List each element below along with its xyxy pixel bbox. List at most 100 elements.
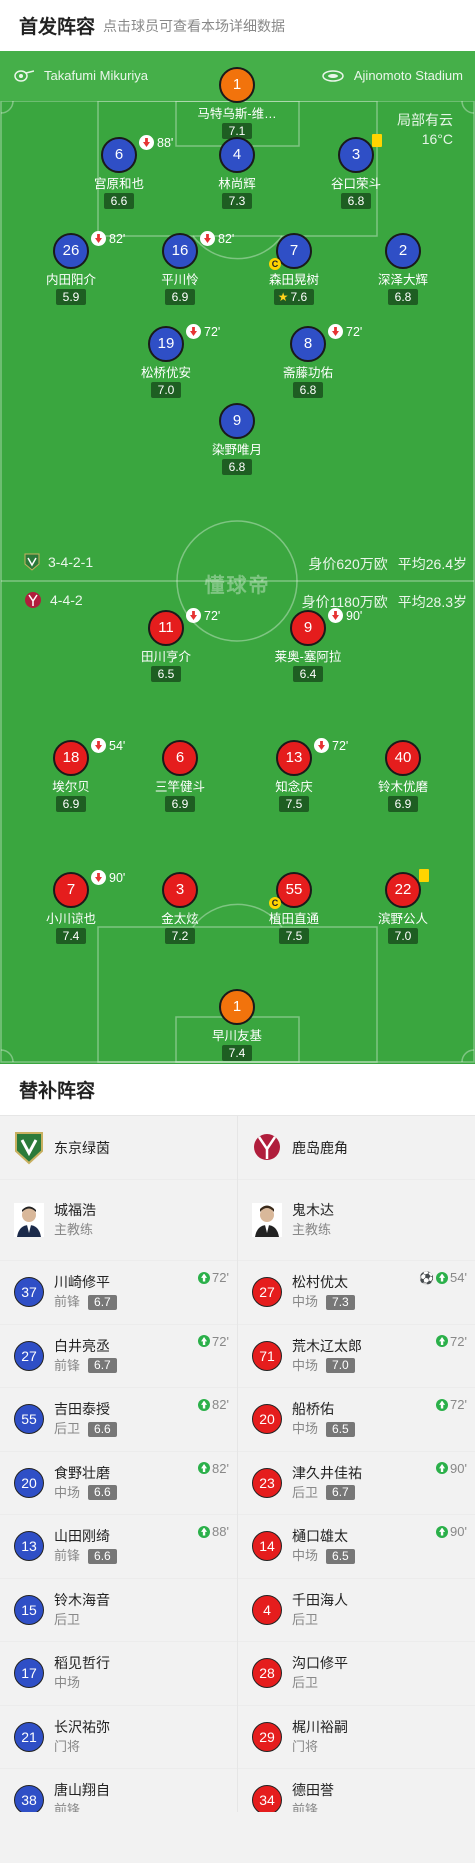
stadium-name: Ajinomoto Stadium <box>353 68 463 83</box>
away-team-row[interactable]: 鹿岛鹿角 <box>238 1116 475 1180</box>
away-player[interactable]: 13 72' 知念庆 7.5 <box>234 738 354 813</box>
home-sub-row[interactable]: 17 稻见哲行 中场 <box>0 1642 237 1706</box>
rating-value: 7.6 <box>290 290 308 304</box>
player-position: 后卫 6.6 <box>54 1419 117 1439</box>
jersey-number: 9 <box>290 610 326 646</box>
sub-out-icon <box>314 738 329 753</box>
home-player[interactable]: 8 72' 斋藤功佑 6.8 <box>248 324 368 399</box>
jersey-number: 40 <box>385 740 421 776</box>
player-name: 船桥佑 <box>292 1401 334 1418</box>
home-player[interactable]: 6 88' 宫原和也 6.6 <box>59 135 179 210</box>
player-rating: 6.9 <box>164 289 196 305</box>
home-sub-row[interactable]: 55 吉田泰授 后卫 6.6 82' <box>0 1388 237 1452</box>
away-sub-row[interactable]: 14 樋口雄太 中场 6.5 90' <box>238 1515 475 1579</box>
sub-out-icon <box>200 231 215 246</box>
home-sub-row[interactable]: 37 川崎修平 前锋 6.7 72' <box>0 1261 237 1325</box>
jersey-number: 15 <box>14 1594 44 1625</box>
home-player[interactable]: 26 82' 内田阳介 5.9 <box>11 231 131 306</box>
home-player[interactable]: 1 马特乌斯-维… 7.1 <box>177 67 297 140</box>
away-sub-row[interactable]: 27 松村优太 中场 7.3 ⚽ 54' <box>238 1261 475 1325</box>
position-text: 后卫 <box>54 1421 81 1437</box>
substitution-time: 72' <box>346 324 363 339</box>
home-sub-row[interactable]: 21 长沢祐弥 门将 <box>0 1706 237 1769</box>
home-team-row[interactable]: 东京绿茵 <box>0 1116 237 1180</box>
jersey-number: 8 <box>290 326 326 362</box>
jersey-number: 34 <box>252 1785 282 1816</box>
jersey-number: 28 <box>252 1658 282 1689</box>
position-text: 前锋 <box>54 1357 81 1373</box>
away-player[interactable]: 18 54' 埃尔贝 6.9 <box>11 738 131 813</box>
home-sub-row[interactable]: 27 白井亮丞 前锋 6.7 72' <box>0 1325 237 1388</box>
away-player[interactable]: 6 三竿健斗 6.9 <box>120 740 240 813</box>
home-player[interactable]: 7 C 森田晃树 ★ 7.6 <box>234 233 354 306</box>
jersey-number: 55 <box>14 1404 44 1435</box>
whistle-icon <box>14 69 34 82</box>
away-player[interactable]: 1 早川友基 7.4 <box>177 989 297 1062</box>
player-position: 中场 <box>54 1673 110 1693</box>
player-name: 知念庆 <box>275 780 313 794</box>
home-team-name: 东京绿茵 <box>54 1139 110 1156</box>
player-position: 中场 6.6 <box>54 1483 117 1503</box>
yellow-card-icon <box>419 869 429 882</box>
substitution-time: 82' <box>218 231 235 246</box>
position-text: 后卫 <box>292 1484 319 1500</box>
away-coach-row[interactable]: 鬼木达 主教练 <box>238 1180 475 1261</box>
substitution-indicator: 72' <box>186 608 220 623</box>
away-player[interactable]: 3 金太炫 7.2 <box>120 872 240 945</box>
sub-in-time: 72' <box>198 1270 229 1285</box>
player-position: 门将 <box>292 1737 348 1757</box>
home-player[interactable]: 4 林尚辉 7.3 <box>177 137 297 210</box>
star-icon: ★ <box>277 290 289 304</box>
player-rating: 6.8 <box>340 193 372 209</box>
sub-in-icon <box>436 1335 449 1347</box>
player-name: 山田刚绮 <box>54 1528 110 1545</box>
player-name: 川崎修平 <box>54 1274 110 1291</box>
jersey-number: 4 <box>252 1594 282 1625</box>
home-player[interactable]: 3 谷口荣斗 6.8 <box>296 134 416 210</box>
home-player[interactable]: 16 82' 平川怜 6.9 <box>120 231 240 306</box>
coach-avatar-icon <box>14 1203 44 1237</box>
player-name: 稻见哲行 <box>54 1655 110 1672</box>
away-sub-row[interactable]: 20 船桥佑 中场 6.5 72' <box>238 1388 475 1452</box>
player-name: 宫原和也 <box>93 177 144 191</box>
subs-title: 替补阵容 <box>0 1064 475 1116</box>
away-sub-row[interactable]: 4 千田海人 后卫 <box>238 1579 475 1642</box>
sub-in-time: 88' <box>198 1524 229 1539</box>
home-player[interactable]: 2 深泽大辉 6.8 <box>343 233 463 306</box>
away-player[interactable]: 40 铃木优磨 6.9 <box>343 740 463 813</box>
player-rating: 6.9 <box>387 796 419 812</box>
away-player[interactable]: 7 90' 小川谅也 7.4 <box>11 870 131 945</box>
position-text: 中场 <box>54 1484 81 1500</box>
jersey-number: 6 <box>101 137 137 173</box>
away-sub-list: 27 松村优太 中场 7.3 ⚽ 54' 71 荒木辽太郎 中场 7.0 72' 20 船桥佑 中场 6.5… <box>238 1261 475 1833</box>
jersey-number: 20 <box>252 1404 282 1435</box>
away-sub-row[interactable]: 29 梶川裕嗣 门将 <box>238 1706 475 1769</box>
player-rating: 6.6 <box>88 1485 117 1501</box>
home-sub-row[interactable]: 20 食野壮磨 中场 6.6 82' <box>0 1452 237 1515</box>
away-player[interactable]: 11 72' 田川亨介 6.5 <box>106 608 226 683</box>
sub-time-text: 72' <box>212 1270 229 1285</box>
home-player[interactable]: 19 72' 松桥优安 7.0 <box>106 324 226 399</box>
player-name: 德田誉 <box>292 1782 334 1799</box>
sub-info: 食野壮磨 中场 6.6 <box>54 1463 117 1503</box>
away-sub-row[interactable]: 23 津久井佳祐 后卫 6.7 90' <box>238 1452 475 1515</box>
away-player[interactable]: 55 C 植田直通 7.5 <box>234 872 354 945</box>
player-name: 平川怜 <box>161 273 199 287</box>
substitution-indicator: 72' <box>328 324 362 339</box>
jersey-number: 9 <box>219 403 255 439</box>
player-rating: 6.6 <box>88 1548 117 1564</box>
home-sub-row[interactable]: 15 铃木海音 后卫 <box>0 1579 237 1642</box>
home-sub-row[interactable]: 13 山田刚绮 前锋 6.6 88' <box>0 1515 237 1579</box>
home-player[interactable]: 9 染野唯月 6.8 <box>177 403 297 476</box>
away-sub-row[interactable]: 71 荒木辽太郎 中场 7.0 72' <box>238 1325 475 1388</box>
player-name: 松村优太 <box>292 1274 348 1291</box>
away-sub-row[interactable]: 28 沟口修平 后卫 <box>238 1642 475 1706</box>
player-rating: 6.4 <box>292 666 324 682</box>
player-name: 林尚辉 <box>218 177 256 191</box>
home-coach-row[interactable]: 城福浩 主教练 <box>0 1180 237 1261</box>
yellow-card-icon <box>372 134 382 147</box>
page-hint: 点击球员可查看本场详细数据 <box>103 17 286 34</box>
away-player[interactable]: 22 滨野公人 7.0 <box>343 869 463 945</box>
sub-in-time: ⚽ 54' <box>419 1270 467 1285</box>
away-player[interactable]: 9 90' 莱奥-塞阿拉 6.4 <box>248 608 368 683</box>
